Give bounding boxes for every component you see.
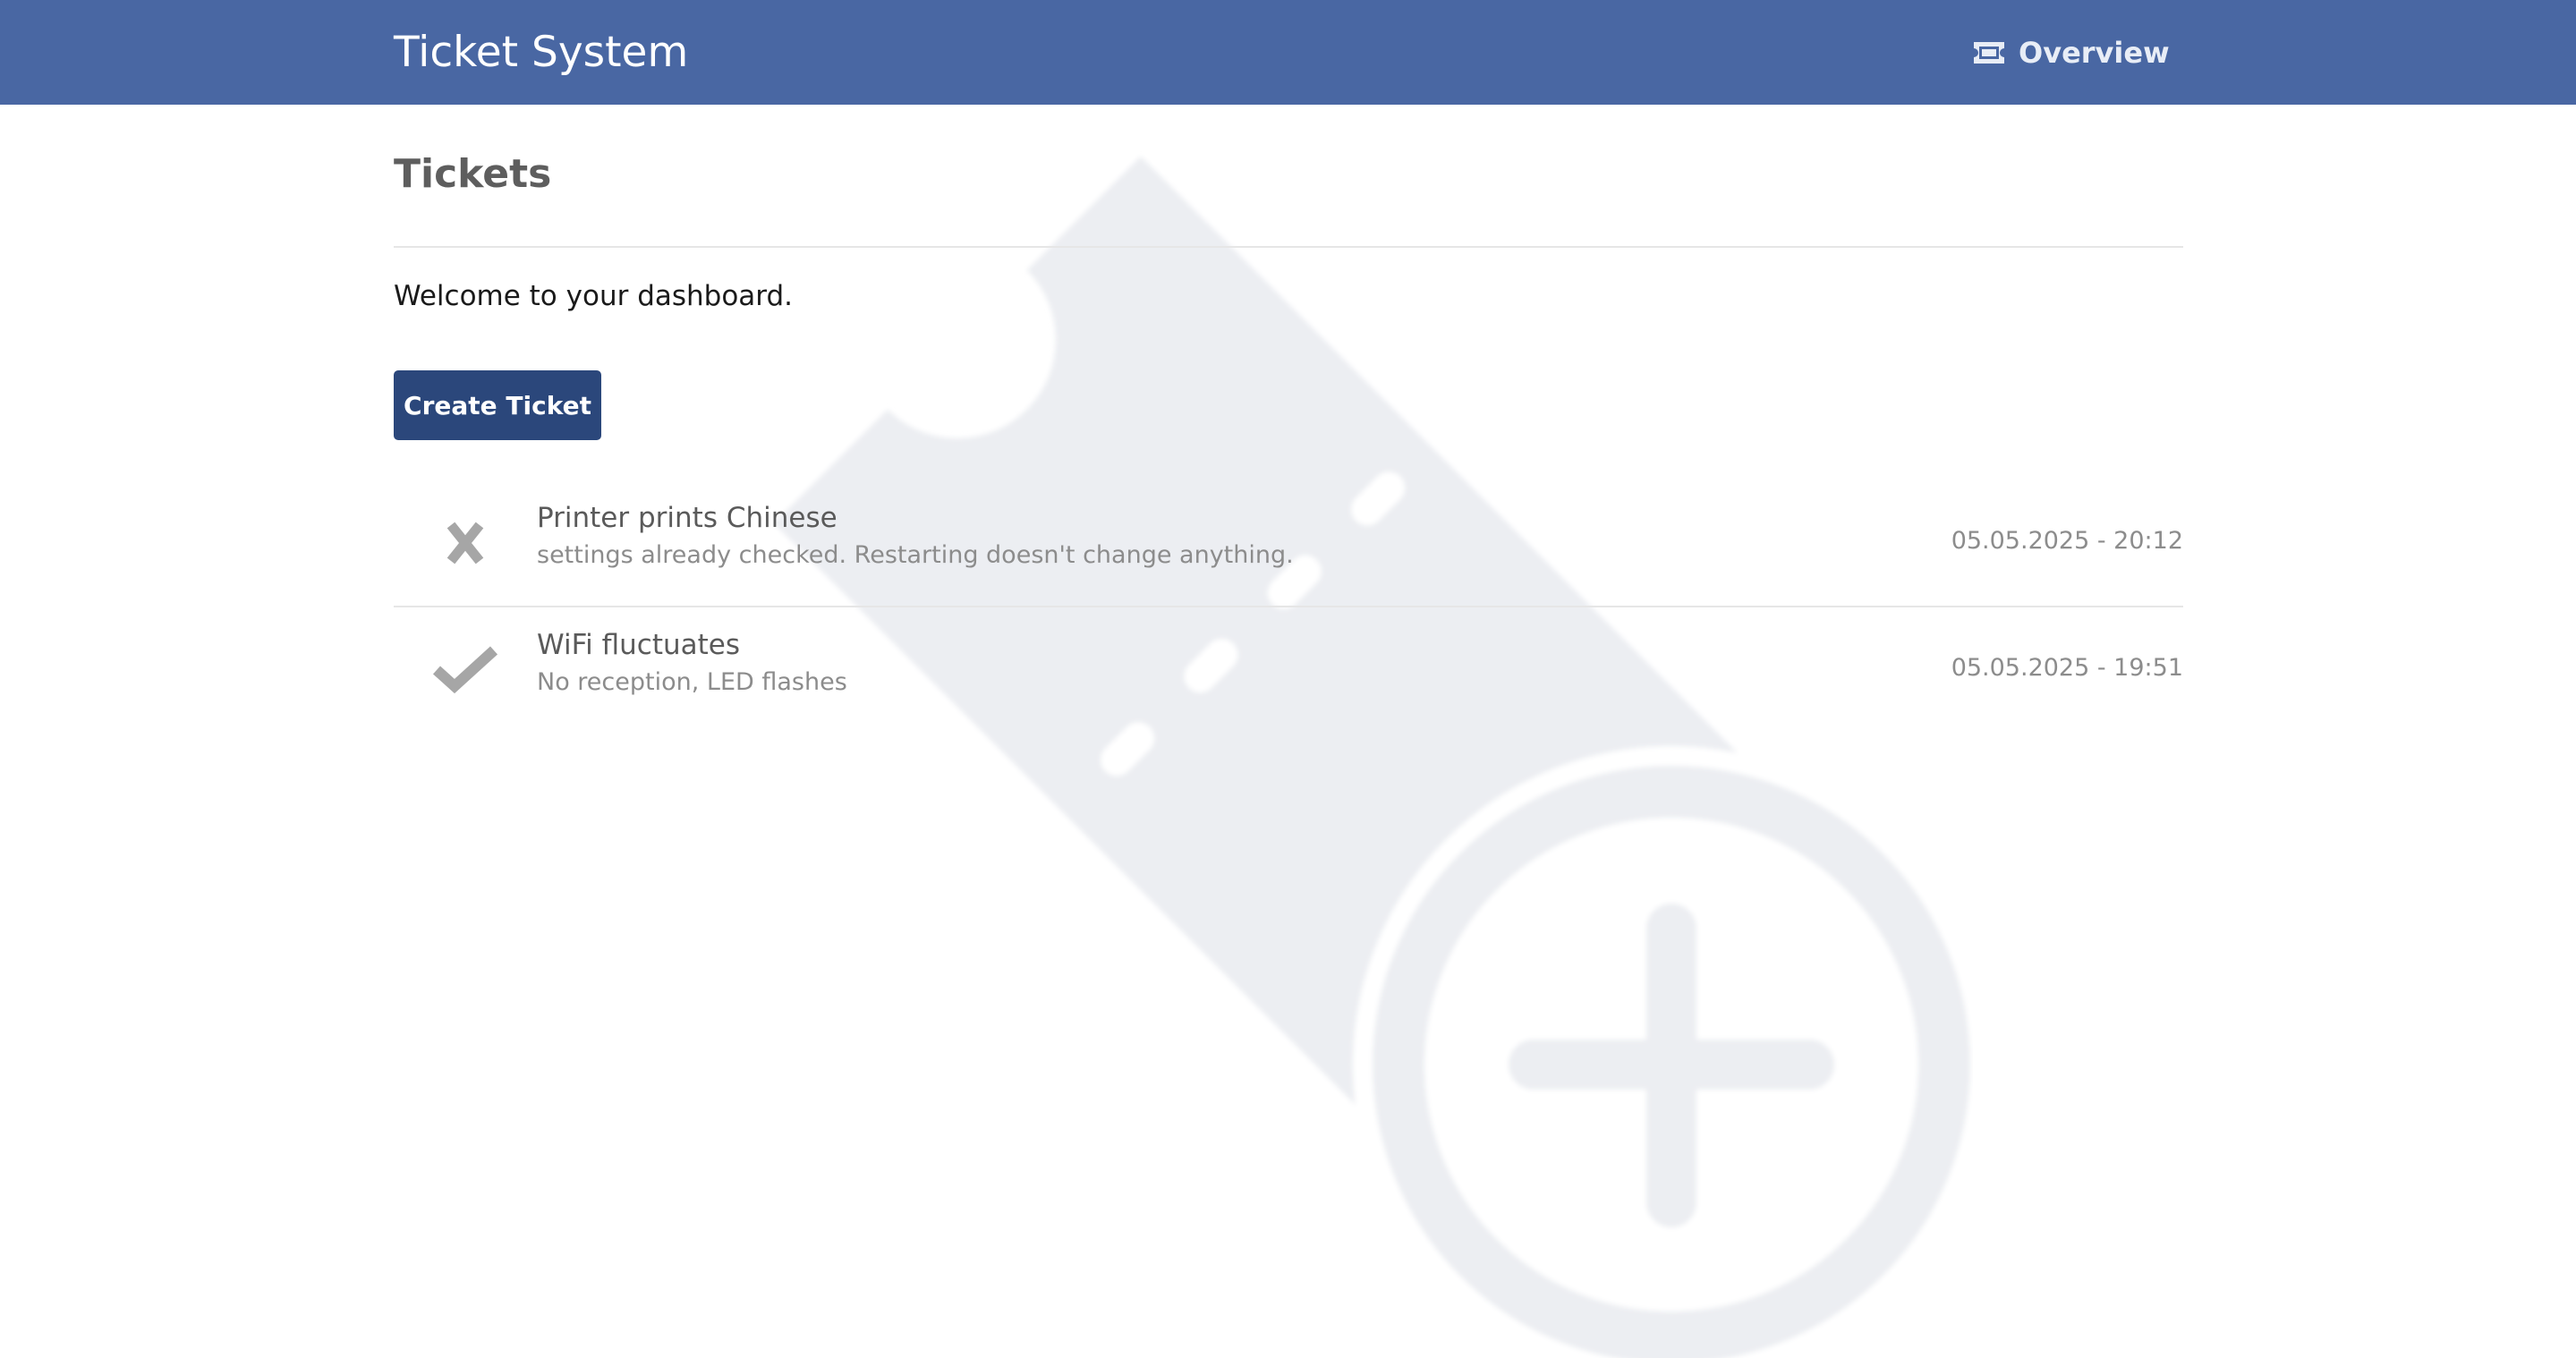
page-title: Tickets (394, 151, 552, 197)
ticket-date: 05.05.2025 - 20:12 (1951, 527, 2183, 555)
nav-overview-label: Overview (2019, 35, 2170, 70)
welcome-text: Welcome to your dashboard. (394, 280, 794, 312)
check-icon (432, 646, 498, 694)
ticket-title: Printer prints Chinese (537, 502, 837, 534)
ticket-row[interactable]: Printer prints Chinese settings already … (394, 480, 2183, 607)
nav-overview-link[interactable]: Overview (1972, 0, 2170, 105)
ticket-description: No reception, LED flashes (537, 668, 847, 696)
ticket-row[interactable]: WiFi fluctuates No reception, LED flashe… (394, 607, 2183, 733)
cross-icon (446, 522, 484, 564)
ticket-description: settings already checked. Restarting doe… (537, 541, 1294, 569)
create-ticket-button[interactable]: Create Ticket (394, 370, 601, 440)
ticket-date: 05.05.2025 - 19:51 (1951, 654, 2183, 682)
navbar: Ticket System Overview (0, 0, 2576, 105)
ticket-title: WiFi fluctuates (537, 629, 741, 661)
title-divider (394, 246, 2183, 248)
ticket-icon (1974, 41, 2004, 64)
brand-link[interactable]: Ticket System (394, 0, 688, 105)
page: Ticket System Overview Tickets Welcome t… (0, 0, 2576, 1358)
